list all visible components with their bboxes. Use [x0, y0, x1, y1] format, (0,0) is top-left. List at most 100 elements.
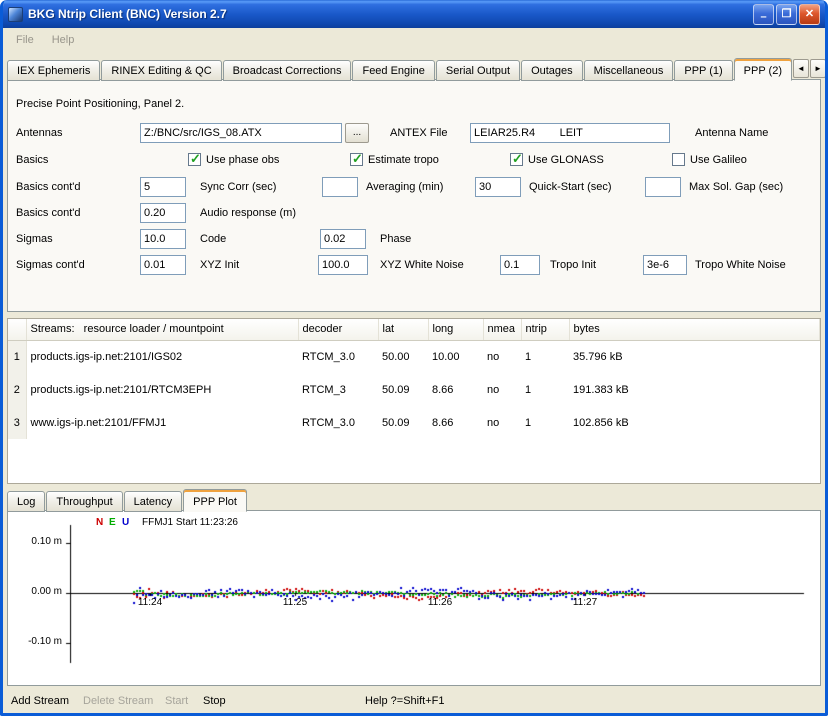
tab-latency[interactable]: Latency — [124, 491, 183, 512]
minimize-icon: – — [760, 12, 766, 23]
tropo-white-noise-label: Tropo White Noise — [695, 255, 786, 275]
help-text: Help ?=Shift+F1 — [365, 689, 445, 713]
tab-ppp-plot[interactable]: PPP Plot — [183, 489, 247, 512]
averaging-input[interactable] — [322, 177, 358, 197]
tab-serial-output[interactable]: Serial Output — [436, 60, 520, 81]
cell-bytes: 35.796 kB — [569, 340, 820, 373]
cell-nmea: no — [483, 373, 521, 406]
plot-title: FFMJ1 Start 11:23:26 — [142, 517, 238, 528]
y-tick-label: -0.10 m — [16, 636, 62, 647]
maximize-button[interactable]: ❐ — [776, 4, 797, 25]
add-stream-action[interactable]: Add Stream — [11, 689, 69, 713]
tropo-init-input[interactable] — [500, 255, 540, 275]
app-icon — [8, 7, 23, 22]
stream-row[interactable]: 1 products.igs-ip.net:2101/IGS02 RTCM_3.… — [8, 340, 820, 373]
chevron-right-icon: ► — [814, 64, 822, 73]
tab-ppp-2[interactable]: PPP (2) — [734, 58, 792, 81]
tab-ppp-1[interactable]: PPP (1) — [674, 60, 732, 81]
minimize-button[interactable]: – — [753, 4, 774, 25]
cell-mountpoint: products.igs-ip.net:2101/RTCM3EPH — [26, 373, 298, 406]
streams-section: Streams: resource loader / mountpoint de… — [7, 318, 821, 484]
header-bytes: bytes — [569, 319, 820, 340]
tab-scroll-right-button[interactable]: ► — [810, 59, 826, 78]
audio-response-label: Audio response (m) — [200, 203, 296, 223]
use-galileo-checkbox[interactable] — [672, 153, 685, 166]
browse-button[interactable]: ... — [345, 123, 369, 143]
stream-row[interactable]: 3 www.igs-ip.net:2101/FFMJ1 RTCM_3.0 50.… — [8, 406, 820, 439]
quick-start-input[interactable] — [475, 177, 521, 197]
averaging-label: Averaging (min) — [366, 177, 443, 197]
row-number: 1 — [8, 340, 26, 373]
titlebar: BKG Ntrip Client (BNC) Version 2.7 – ❐ ✕ — [3, 0, 825, 28]
tab-throughput[interactable]: Throughput — [46, 491, 122, 512]
cell-decoder: RTCM_3.0 — [298, 406, 378, 439]
tab-iex-ephemeris[interactable]: IEX Ephemeris — [7, 60, 100, 81]
sigma-code-input[interactable] — [140, 229, 186, 249]
maximize-icon: ❐ — [782, 9, 792, 20]
sigma-phase-label: Phase — [380, 229, 411, 249]
tab-log[interactable]: Log — [7, 491, 45, 512]
antennas-label: Antennas — [16, 123, 62, 143]
use-galileo-label: Use Galileo — [690, 150, 747, 170]
stop-action[interactable]: Stop — [203, 689, 226, 713]
cell-ntrip: 1 — [521, 340, 569, 373]
xyz-init-input[interactable] — [140, 255, 186, 275]
header-decoder: decoder — [298, 319, 378, 340]
legend-e: E — [109, 517, 116, 528]
tab-miscellaneous[interactable]: Miscellaneous — [584, 60, 674, 81]
cell-lat: 50.09 — [378, 373, 428, 406]
row-number: 3 — [8, 406, 26, 439]
close-button[interactable]: ✕ — [799, 4, 820, 25]
menu-file[interactable]: File — [7, 31, 43, 49]
sync-corr-label: Sync Corr (sec) — [200, 177, 276, 197]
sigma-phase-input[interactable] — [320, 229, 366, 249]
xyz-white-noise-input[interactable] — [318, 255, 368, 275]
cell-lat: 50.09 — [378, 406, 428, 439]
tab-bar: IEX Ephemeris RINEX Editing & QC Broadca… — [7, 55, 821, 80]
antennas-input[interactable] — [140, 123, 342, 143]
delete-stream-action: Delete Stream — [83, 689, 153, 713]
use-glonass-checkbox[interactable] — [510, 153, 523, 166]
x-tick-label: 11:25 — [283, 597, 307, 608]
ppp-plot-panel: N E U FFMJ1 Start 11:23:26 0.10 m 0.00 m… — [7, 510, 821, 686]
ppp-plot-canvas — [8, 511, 820, 685]
header-long: long — [428, 319, 483, 340]
stream-row[interactable]: 2 products.igs-ip.net:2101/RTCM3EPH RTCM… — [8, 373, 820, 406]
tab-scroll-buttons: ◄ ► — [793, 59, 826, 78]
ppp2-panel: Precise Point Positioning, Panel 2. Ante… — [7, 79, 821, 312]
menubar: File Help — [3, 28, 825, 51]
tab-broadcast-corrections[interactable]: Broadcast Corrections — [223, 60, 352, 81]
start-action: Start — [165, 689, 188, 713]
x-tick-label: 11:24 — [138, 597, 162, 608]
tab-scroll-left-button[interactable]: ◄ — [793, 59, 809, 78]
tab-outages[interactable]: Outages — [521, 60, 583, 81]
statusbar: Add Stream Delete Stream Start Stop Help… — [3, 689, 825, 713]
sigmas-label: Sigmas — [16, 229, 53, 249]
use-phase-obs-checkbox[interactable] — [188, 153, 201, 166]
tab-rinex-editing-qc[interactable]: RINEX Editing & QC — [101, 60, 221, 81]
cell-decoder: RTCM_3 — [298, 373, 378, 406]
sigma-code-label: Code — [200, 229, 226, 249]
antenna-name-label: Antenna Name — [695, 123, 768, 143]
sync-corr-input[interactable] — [140, 177, 186, 197]
tropo-white-noise-input[interactable] — [643, 255, 687, 275]
legend-n: N — [96, 517, 103, 528]
cell-long: 8.66 — [428, 406, 483, 439]
y-tick-label: 0.10 m — [16, 536, 62, 547]
tab-feed-engine[interactable]: Feed Engine — [352, 60, 434, 81]
estimate-tropo-checkbox[interactable] — [350, 153, 363, 166]
window-controls: – ❐ ✕ — [753, 4, 820, 25]
use-glonass-label: Use GLONASS — [528, 150, 604, 170]
menu-help[interactable]: Help — [43, 31, 84, 49]
cell-bytes: 102.856 kB — [569, 406, 820, 439]
max-sol-gap-label: Max Sol. Gap (sec) — [689, 177, 783, 197]
max-sol-gap-input[interactable] — [645, 177, 681, 197]
antenna-name-input[interactable] — [470, 123, 670, 143]
bnc-window: BKG Ntrip Client (BNC) Version 2.7 – ❐ ✕… — [0, 0, 828, 716]
chevron-left-icon: ◄ — [797, 64, 805, 73]
cell-long: 10.00 — [428, 340, 483, 373]
cell-ntrip: 1 — [521, 373, 569, 406]
cell-long: 8.66 — [428, 373, 483, 406]
audio-response-input[interactable] — [140, 203, 186, 223]
cell-ntrip: 1 — [521, 406, 569, 439]
